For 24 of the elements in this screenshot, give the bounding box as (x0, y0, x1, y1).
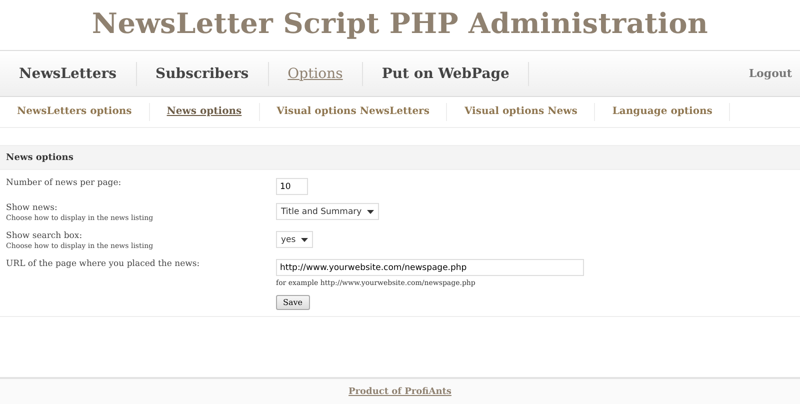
dropdown[interactable]: Title and Summary (276, 203, 379, 220)
field-label: Number of news per page: (6, 178, 122, 189)
input-field[interactable]: 10 (276, 178, 308, 195)
caret-icon (300, 238, 308, 242)
subnav-tab[interactable]: News options (150, 103, 260, 121)
subnav-tab[interactable]: Language options (595, 103, 730, 121)
nav-tab[interactable]: Options (268, 62, 363, 86)
field-label: URL of the page where you placed the news: (6, 259, 201, 270)
save-button[interactable]: Save (276, 295, 310, 310)
caret-icon (366, 210, 374, 214)
section-title: News options (6, 152, 74, 162)
field-label: Show news: (6, 203, 58, 214)
nav-tab[interactable]: Put on WebPage (362, 62, 530, 86)
logout-link[interactable]: Logout (748, 67, 800, 80)
subnav-tab[interactable]: Visual options NewsLetters (260, 103, 448, 121)
url-field[interactable]: http://www.yourwebsite.com/newspage.php (276, 259, 584, 276)
page-title: NewsLetter Script PHP Administration (90, 6, 710, 42)
dropdown[interactable]: yes (276, 231, 313, 248)
subnav-tab[interactable]: NewsLetters options (0, 103, 150, 121)
footer-link[interactable]: Product of ProfiAnts (348, 386, 452, 396)
nav-tab[interactable]: NewsLetters (0, 62, 136, 86)
nav-tab[interactable]: Subscribers (136, 62, 269, 86)
subnav-tab[interactable]: Visual options News (447, 103, 596, 121)
field-label: Show search box: (6, 231, 84, 242)
